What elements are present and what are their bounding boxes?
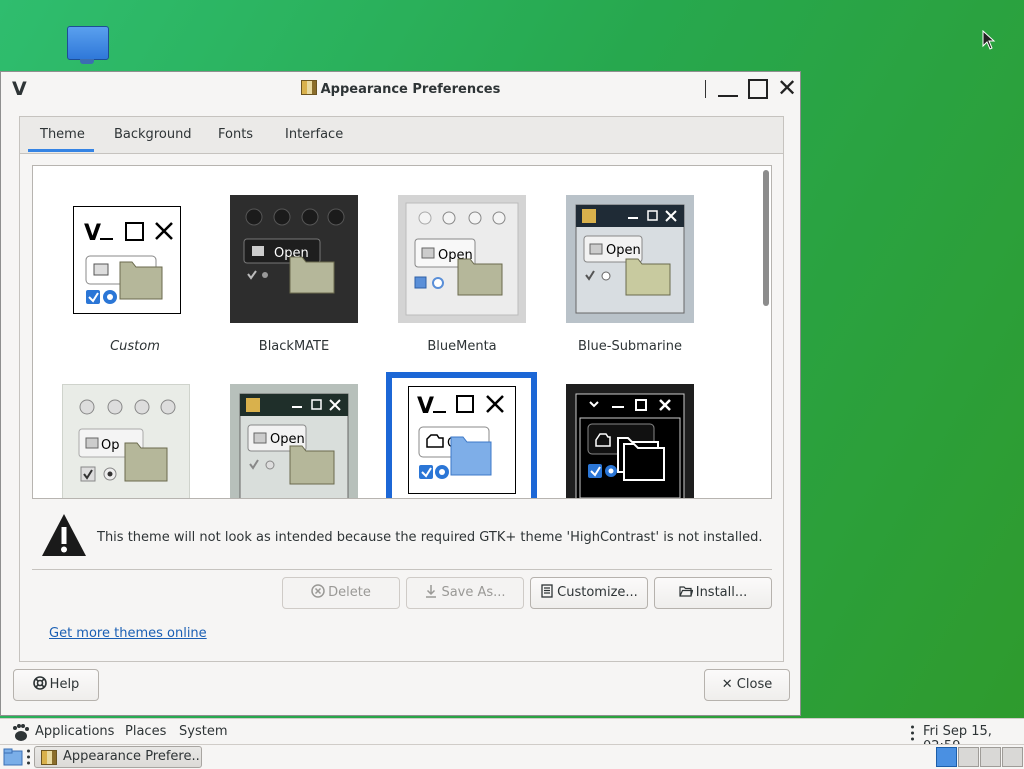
appearance-preferences-window: V Appearance Preferences ✕ Theme Backgro…: [0, 71, 801, 716]
places-menu[interactable]: Places: [125, 724, 166, 739]
tab-background[interactable]: Background: [114, 127, 192, 142]
close-icon: ✕: [721, 677, 737, 692]
window-title: Appearance Preferences: [1, 80, 800, 97]
svg-text:V: V: [417, 394, 434, 419]
separator: [32, 569, 772, 570]
install-button[interactable]: Install...: [654, 577, 772, 609]
titlebar[interactable]: V Appearance Preferences ✕: [1, 72, 800, 104]
notebook: Theme Background Fonts Interface V Custo…: [19, 116, 784, 662]
theme-thumbnail: Open: [566, 195, 694, 323]
folder-open-icon: [679, 586, 693, 597]
appearance-app-icon: [41, 750, 57, 765]
save-as-button[interactable]: Save As...: [406, 577, 524, 609]
missing-theme-warning: This theme will not look as intended bec…: [97, 530, 763, 545]
svg-text:V: V: [84, 221, 101, 246]
theme-label: Blue-Submarine: [577, 339, 683, 354]
workspace-3[interactable]: [980, 747, 1001, 767]
op-label: Op: [101, 438, 119, 453]
help-icon: [32, 676, 47, 690]
titlebar-separator: [705, 80, 706, 98]
theme-label: Custom: [110, 339, 160, 354]
active-tab-indicator: [28, 149, 94, 152]
theme-grid[interactable]: V Custom Open BlackMATE Open BlueMenta O…: [32, 165, 772, 499]
close-window-button[interactable]: ✕: [776, 76, 798, 100]
close-button[interactable]: ✕ Close: [704, 669, 790, 701]
theme-thumbnail: Open: [398, 195, 526, 323]
theme-thumbnail: [566, 384, 694, 498]
show-desktop-icon[interactable]: [3, 748, 23, 766]
help-button[interactable]: Help: [13, 669, 99, 701]
applications-menu[interactable]: Applications: [35, 724, 114, 739]
computer-desktop-icon[interactable]: [66, 26, 109, 66]
tab-bar: Theme Background Fonts Interface: [20, 117, 783, 154]
customize-icon: [541, 584, 553, 598]
appearance-app-icon: [300, 80, 317, 95]
minimize-button[interactable]: [717, 78, 739, 100]
theme-thumbnail: V O: [408, 386, 516, 494]
taskbar-button-appearance[interactable]: Appearance Prefere...: [34, 746, 202, 768]
theme-grid-scrollbar[interactable]: [761, 168, 769, 496]
panel-handle-icon[interactable]: [911, 725, 914, 741]
tab-theme[interactable]: Theme: [40, 127, 85, 142]
panel-handle-icon[interactable]: [27, 749, 30, 765]
bottom-panel: Appearance Prefere...: [0, 744, 1024, 769]
get-more-themes-link[interactable]: Get more themes online: [49, 626, 207, 641]
workspace-2[interactable]: [958, 747, 979, 767]
open-label: Open: [270, 432, 305, 447]
workspace-4[interactable]: [1002, 747, 1023, 767]
top-panel: Applications Places System Fri Sep 15, 0…: [0, 718, 1024, 754]
tab-fonts[interactable]: Fonts: [218, 127, 253, 142]
save-icon: [426, 585, 437, 598]
theme-label: BlueMenta: [427, 339, 497, 354]
tab-interface[interactable]: Interface: [285, 127, 343, 142]
open-label: Open: [606, 243, 641, 258]
customize-button[interactable]: Customize...: [530, 577, 648, 609]
scrollbar-thumb[interactable]: [763, 170, 769, 306]
delete-icon: [311, 584, 325, 598]
theme-label: BlackMATE: [258, 339, 330, 354]
theme-thumbnail: Open: [230, 195, 358, 323]
mouse-cursor-icon: [982, 30, 996, 50]
theme-thumbnail: V: [73, 206, 181, 314]
workspace-1[interactable]: [936, 747, 957, 767]
theme-thumbnail: Op: [62, 384, 190, 498]
delete-button[interactable]: Delete: [282, 577, 400, 609]
system-menu[interactable]: System: [179, 724, 227, 739]
foot-menu-icon[interactable]: [10, 722, 30, 742]
theme-thumbnail: Open: [230, 384, 358, 498]
warning-icon: [42, 514, 86, 556]
maximize-button[interactable]: [747, 78, 769, 100]
